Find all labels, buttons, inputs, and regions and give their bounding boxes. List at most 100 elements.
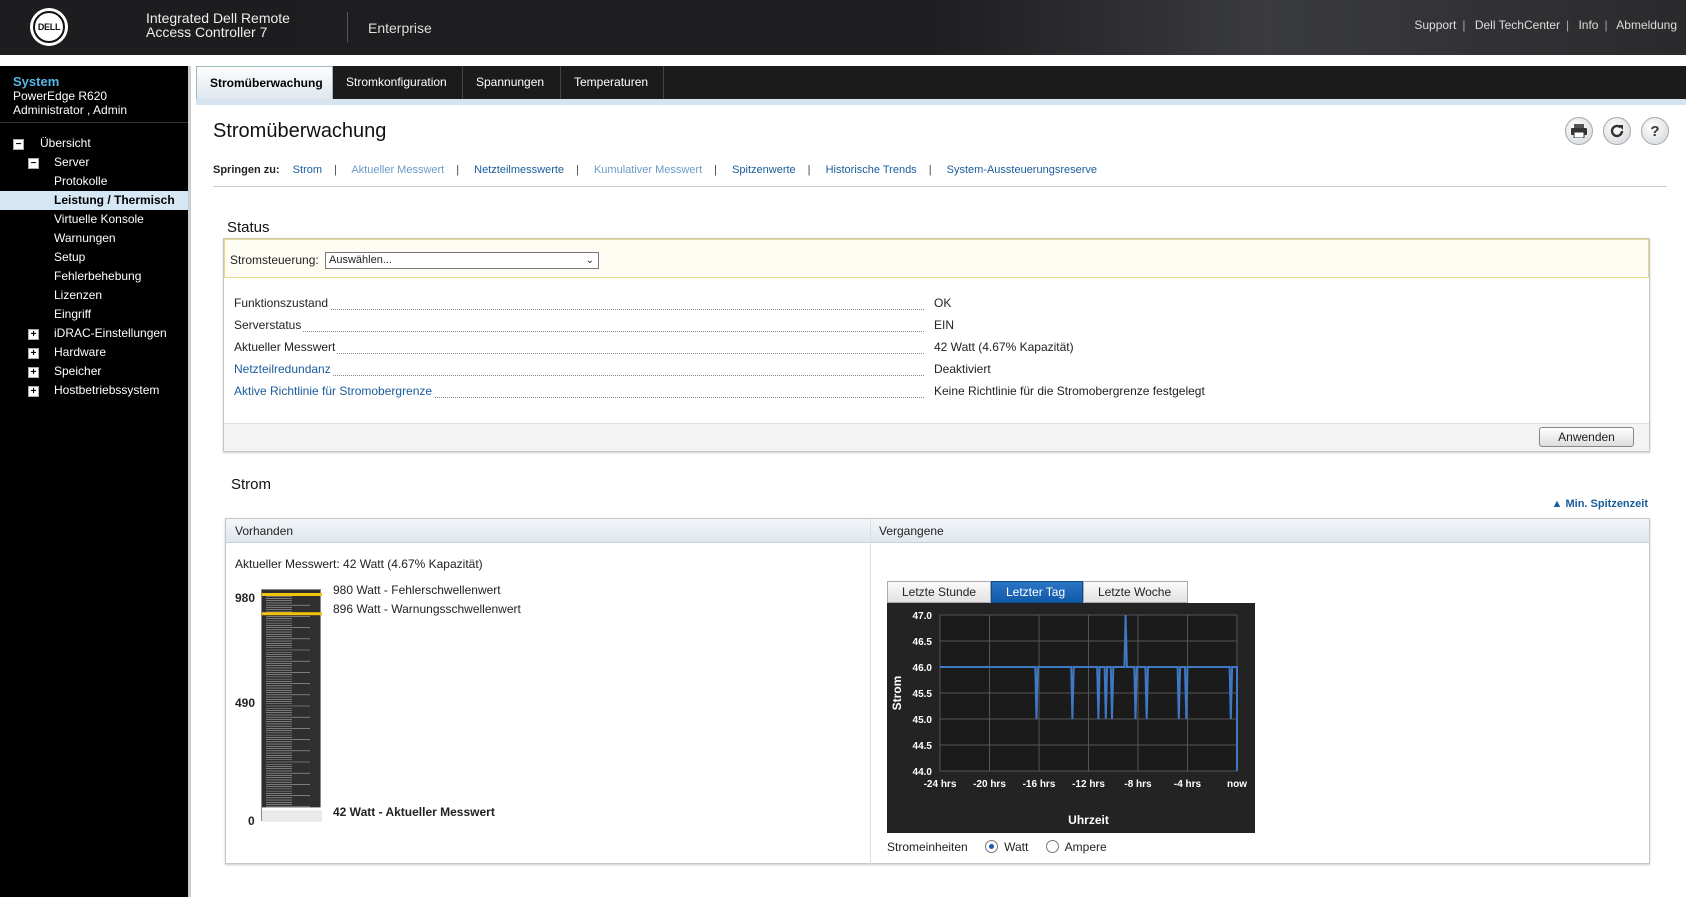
techcenter-link[interactable]: Dell TechCenter [1475, 18, 1560, 32]
jump-link-power[interactable]: Strom [293, 164, 322, 176]
power-control-label: Stromsteuerung: [230, 253, 319, 267]
failure-threshold-text: 980 Watt - Fehlerschwellenwert [333, 583, 501, 597]
sidebar-item[interactable]: Lizenzen [0, 286, 188, 305]
power-panel: Vorhanden Vergangene Aktueller Messwert:… [225, 518, 1650, 865]
watt-radio[interactable] [985, 840, 999, 853]
x-tick-label: -16 hrs [1023, 779, 1056, 790]
jump-link-psu-readings[interactable]: Netzteilmesswerte [474, 164, 564, 176]
expand-icon[interactable]: + [28, 367, 39, 378]
expand-icon[interactable]: + [28, 329, 39, 340]
status-key: Aktueller Messwert [234, 340, 338, 354]
present-column-title: Vorhanden [235, 524, 294, 538]
gauge-max-label: 980 [235, 591, 256, 605]
jump-link-peaks[interactable]: Spitzenwerte [732, 164, 796, 176]
psu-redundancy-link[interactable]: Netzteilredundanz [234, 362, 333, 376]
ampere-radio[interactable] [1045, 840, 1059, 853]
product-line-2: Access Controller 7 [146, 24, 268, 40]
jump-link-cumulative[interactable]: Kumulativer Messwert [594, 164, 702, 176]
support-link[interactable]: Support [1414, 18, 1456, 32]
x-tick-label: -4 hrs [1174, 779, 1202, 790]
sidebar-item[interactable]: + Speicher [0, 362, 188, 381]
tab-last-day[interactable]: Letzter Tag [991, 581, 1083, 603]
collapse-icon[interactable]: − [13, 139, 24, 150]
sidebar-item[interactable]: Leistung / Thermisch [0, 191, 188, 210]
power-control-value: Auswählen... [329, 254, 392, 266]
status-value: Keine Richtlinie für die Stromobergrenze… [934, 384, 1205, 398]
x-tick-label: -12 hrs [1072, 779, 1105, 790]
expand-icon[interactable]: + [28, 348, 39, 359]
current-reading-text: Aktueller Messwert: 42 Watt (4.67% Kapaz… [235, 557, 483, 571]
sidebar-item-label: Lizenzen [54, 288, 103, 302]
sidebar-item[interactable]: Setup [0, 248, 188, 267]
units-label: Stromeinheiten [887, 840, 968, 854]
jump-link-trends[interactable]: Historische Trends [826, 164, 917, 176]
apply-button[interactable]: Anwenden [1539, 427, 1634, 447]
help-icon[interactable]: ? [1641, 117, 1669, 145]
power-units-row: Stromeinheiten Watt Ampere [887, 840, 1107, 854]
refresh-icon[interactable] [1603, 117, 1631, 145]
ampere-label: Ampere [1064, 840, 1107, 854]
logged-in-user: Administrator , Admin [13, 103, 128, 117]
system-title[interactable]: System [13, 74, 175, 89]
y-tick-label: 44.5 [913, 741, 933, 752]
dell-logo: DELL [30, 8, 68, 46]
sidebar-item[interactable]: Fehlerbehebung [0, 267, 188, 286]
sidebar-item[interactable]: + iDRAC-Einstellungen [0, 324, 188, 343]
tab-last-hour[interactable]: Letzte Stunde [887, 581, 991, 603]
logout-link[interactable]: Abmeldung [1616, 18, 1677, 32]
tab-underline [196, 99, 1686, 105]
tab-temperatures[interactable]: Temperaturen [561, 66, 664, 99]
sidebar-item[interactable]: Eingriff [0, 305, 188, 324]
x-axis-label: Uhrzeit [1068, 813, 1109, 827]
sidebar-item-label: Speicher [54, 364, 102, 378]
sidebar-item[interactable]: − Übersicht [0, 134, 188, 153]
edition-label: Enterprise [368, 20, 432, 36]
status-row: Netzteilredundanz Deaktiviert [234, 362, 1534, 382]
power-cap-policy-link[interactable]: Aktive Richtlinie für Stromobergrenze [234, 384, 435, 398]
jump-link-current-reading[interactable]: Aktueller Messwert [351, 164, 444, 176]
sidebar-item[interactable]: − Server [0, 153, 188, 172]
tab-power-monitoring[interactable]: Stromüberwachung [196, 66, 333, 99]
system-model: PowerEdge R620 [13, 89, 108, 103]
sidebar-item-label: Eingriff [54, 307, 92, 321]
tab-last-week[interactable]: Letzte Woche [1083, 581, 1188, 603]
page-title: Stromüberwachung [213, 120, 387, 142]
info-link[interactable]: Info [1578, 18, 1598, 32]
top-banner: DELL Integrated Dell Remote Access Contr… [0, 0, 1686, 55]
product-line-1: Integrated Dell Remote [146, 10, 290, 26]
y-tick-label: 45.5 [913, 689, 933, 700]
status-row: Serverstatus EIN [234, 318, 1534, 338]
x-tick-label: now [1227, 779, 1247, 790]
jump-label: Springen zu: [213, 164, 280, 176]
power-control-select[interactable]: Auswählen... ⌄ [325, 252, 599, 269]
min-peak-link[interactable]: ▲ Min. Spitzenzeit [1552, 498, 1648, 510]
sidebar-item-label: Setup [54, 250, 86, 264]
sidebar-item[interactable]: Virtuelle Konsole [0, 210, 188, 229]
expand-icon[interactable]: + [28, 386, 39, 397]
sidebar-item[interactable]: + Hardware [0, 343, 188, 362]
sidebar-item-label: iDRAC-Einstellungen [54, 326, 167, 340]
status-value: 42 Watt (4.67% Kapazität) [934, 340, 1074, 354]
sidebar-item[interactable]: Warnungen [0, 229, 188, 248]
sidebar-item[interactable]: Protokolle [0, 172, 188, 191]
status-row: Aktive Richtlinie für Stromobergrenze Kei… [234, 384, 1534, 404]
tab-power-config[interactable]: Stromkonfiguration [333, 66, 463, 99]
current-level-mark [262, 807, 322, 811]
sidebar-item[interactable]: + Hostbetriebssystem [0, 381, 188, 400]
print-icon[interactable] [1565, 117, 1593, 145]
jump-to-bar: Springen zu: Strom | Aktueller Messwert | … [213, 164, 1098, 176]
status-row: Funktionszustand OK [234, 296, 1534, 316]
tab-voltages[interactable]: Spannungen [463, 66, 561, 99]
logo-text: DELL [33, 11, 65, 43]
status-heading: Status [227, 219, 270, 236]
sidebar-item-label: Hostbetriebssystem [54, 383, 160, 397]
jump-link-headroom[interactable]: System-Aussteuerungsreserve [947, 164, 1097, 176]
status-key: Serverstatus [234, 318, 304, 332]
status-value: EIN [934, 318, 955, 332]
past-column: Letzte Stunde Letzter Tag Letzte Woche 4… [878, 519, 1648, 865]
x-tick-label: -24 hrs [924, 779, 957, 790]
collapse-icon[interactable]: − [28, 158, 39, 169]
current-reading-marker-text: 42 Watt - Aktueller Messwert [333, 805, 495, 819]
header-divider [347, 12, 348, 42]
sidebar: System PowerEdge R620 Administrator , Ad… [0, 66, 188, 897]
